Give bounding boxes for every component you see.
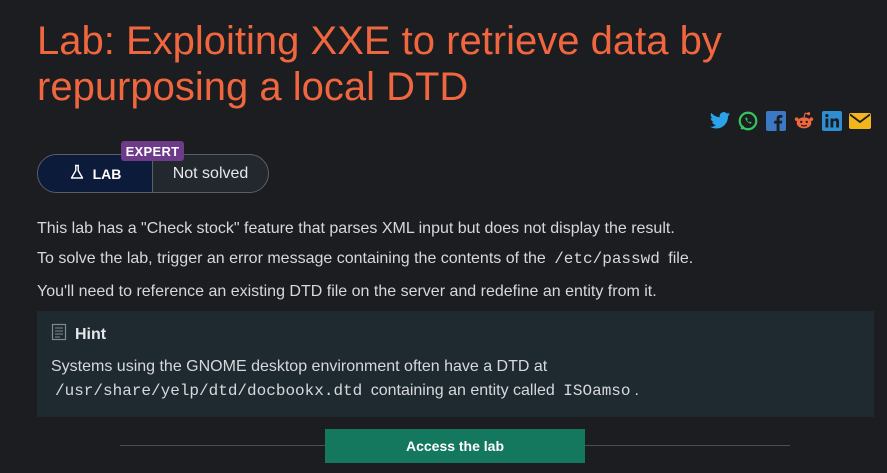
description-line-2: To solve the lab, trigger an error messa… (37, 249, 693, 269)
linkedin-icon[interactable] (821, 110, 843, 132)
dtd-path: /usr/share/yelp/dtd/docbookx.dtd (55, 382, 363, 400)
hint-text-1: Systems using the GNOME desktop environm… (51, 358, 548, 375)
description-line-1: This lab has a "Check stock" feature tha… (37, 220, 675, 237)
flask-icon (69, 164, 85, 183)
page-title: Lab: Exploiting XXE to retrieve data by … (37, 19, 722, 109)
hint-panel[interactable]: Hint Systems using the GNOME desktop env… (37, 311, 874, 417)
note-icon (51, 323, 67, 346)
whatsapp-icon[interactable] (737, 110, 759, 132)
facebook-icon[interactable] (765, 110, 787, 132)
description-line-2-end: file. (668, 250, 694, 267)
hint-text-3: . (634, 382, 639, 399)
share-bar (709, 110, 871, 132)
description-line-2-text: To solve the lab, trigger an error messa… (37, 250, 546, 267)
description-line-3: You'll need to reference an existing DTD… (37, 283, 657, 300)
hint-body: Systems using the GNOME desktop environm… (51, 355, 851, 403)
passwd-path: /etc/passwd (554, 250, 660, 268)
access-lab-button[interactable]: Access the lab (325, 429, 585, 463)
hint-text-2: containing an entity called (370, 382, 555, 399)
reddit-icon[interactable] (793, 110, 815, 132)
lab-tag-label: LAB (92, 165, 122, 182)
difficulty-badge: EXPERT (121, 141, 184, 161)
twitter-icon[interactable] (709, 110, 731, 132)
email-icon[interactable] (849, 110, 871, 132)
hint-title: Hint (75, 325, 107, 343)
hint-header[interactable]: Hint (51, 323, 106, 346)
entity-name: ISOamso (563, 382, 631, 400)
